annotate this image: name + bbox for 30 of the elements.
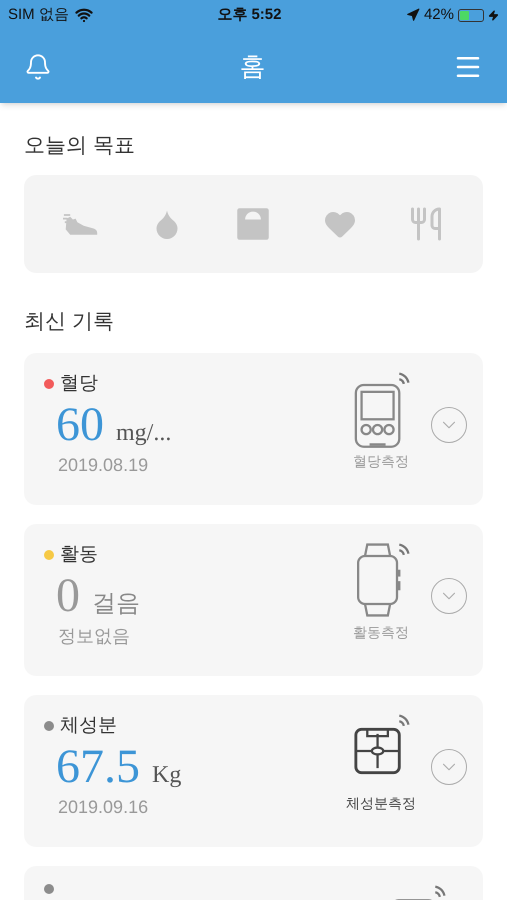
record-date: 2019.08.19 xyxy=(58,454,150,477)
expand-button[interactable] xyxy=(431,749,467,785)
record-unit: 걸음 xyxy=(92,590,140,618)
location-arrow-icon xyxy=(406,8,420,22)
page-title: 홈 xyxy=(240,50,266,83)
record-date: 2019.09.16 xyxy=(58,796,150,819)
record-title: 활동 xyxy=(60,543,98,567)
record-card[interactable]: 활동 0 걸음 정보없음 활동측정 xyxy=(24,524,483,676)
expand-button[interactable] xyxy=(431,578,467,614)
measure-link[interactable]: 체성분측정 xyxy=(346,793,416,814)
record-date: 정보없음 xyxy=(58,625,131,648)
scale-icon[interactable] xyxy=(235,206,272,242)
carrier-text: SIM 없음 xyxy=(8,4,69,25)
record-card[interactable]: 체성분 67.5 Kg 2019.09.16 체성분측정 xyxy=(24,695,483,847)
record-value: 67.5 xyxy=(56,741,140,793)
section-title: 오늘의 목표 xyxy=(24,133,136,159)
battery-icon xyxy=(458,8,484,22)
record-value: 0 xyxy=(56,570,80,622)
record-value: 60 xyxy=(56,399,104,451)
record-title: 혈당 xyxy=(60,372,98,396)
expand-button[interactable] xyxy=(431,407,467,443)
record-unit: mg/... xyxy=(116,419,172,447)
clock-text: 오후 5:52 xyxy=(217,4,282,25)
notification-bell-icon[interactable] xyxy=(24,52,52,80)
record-card[interactable]: 혈당 60 mg/... 2019.08.19 혈당측정 xyxy=(24,353,483,505)
section-title: 최신 기록 xyxy=(24,309,115,335)
battery-percent: 42% xyxy=(424,4,454,25)
wifi-icon xyxy=(74,6,93,24)
record-title: 체성분 xyxy=(60,714,117,738)
record-unit: Kg xyxy=(152,761,182,789)
